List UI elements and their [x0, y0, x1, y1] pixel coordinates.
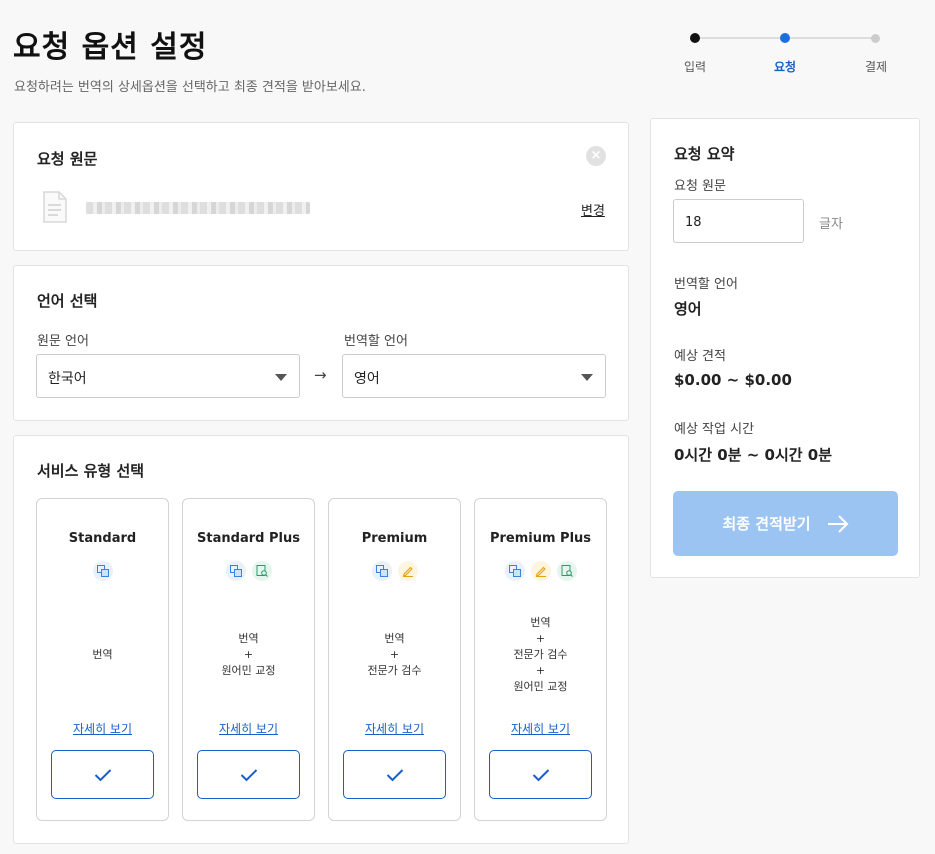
service-card-title: 서비스 유형 선택 — [37, 462, 145, 480]
close-icon[interactable]: × — [586, 146, 606, 166]
tile-desc-line: + — [535, 632, 546, 645]
select-premium-plus-button[interactable] — [489, 750, 592, 799]
char-count-value: 18 — [685, 215, 702, 230]
source-card: 요청 원문 × 변경 — [13, 122, 629, 251]
tile-name: Standard Plus — [197, 531, 300, 546]
tile-desc-line: 번역 — [530, 616, 551, 629]
review-icon — [251, 561, 272, 581]
arrow-right-icon — [827, 514, 848, 533]
tile-desc-line: 번역 — [238, 632, 259, 645]
service-tile-premium[interactable]: Premium 번역 + 전문가 검수 자세히 보기 — [328, 498, 461, 821]
summary-estimate-label: 예상 견적 — [674, 349, 726, 364]
detail-link[interactable]: 자세히 보기 — [475, 720, 606, 737]
service-tile-standard[interactable]: Standard 번역 자세히 보기 — [36, 498, 169, 821]
translate-icon — [504, 561, 525, 581]
translate-icon — [371, 561, 392, 581]
final-estimate-button[interactable]: 최종 견적받기 — [673, 491, 898, 556]
check-icon — [94, 768, 111, 781]
review-icon — [556, 561, 577, 581]
service-tile-standard-plus[interactable]: Standard Plus 번역 + 원어민 교정 자세히 보기 — [182, 498, 315, 821]
char-count-field: 18 — [673, 199, 804, 243]
tile-desc-line: 번역 — [384, 632, 405, 645]
select-standard-plus-button[interactable] — [197, 750, 300, 799]
target-language-value: 영어 — [354, 371, 380, 387]
language-card: 언어 선택 원문 언어 한국어 → 번역할 언어 영어 — [13, 265, 629, 421]
tile-desc-line: 번역 — [92, 648, 113, 661]
char-unit: 글자 — [819, 217, 843, 232]
page-title: 요청 옵션 설정 — [13, 30, 208, 65]
translate-icon — [225, 561, 246, 581]
tile-desc-line: 원어민 교정 — [221, 664, 276, 677]
change-file-link[interactable]: 변경 — [581, 200, 605, 219]
translate-icon — [92, 561, 113, 581]
select-standard-button[interactable] — [51, 750, 154, 799]
summary-card-title: 요청 요약 — [674, 145, 735, 163]
progress-stepper: 입력 요청 결제 — [684, 33, 887, 77]
arrow-right-icon: → — [314, 366, 327, 384]
step-dot-payment — [871, 34, 880, 43]
summary-estimate-value: $0.00 ~ $0.00 — [674, 371, 792, 389]
edit-icon — [530, 561, 551, 581]
detail-link[interactable]: 자세히 보기 — [329, 720, 460, 737]
source-language-value: 한국어 — [48, 371, 87, 387]
page-subtitle: 요청하려는 번역의 상세옵션을 선택하고 최종 견적을 받아보세요. — [14, 80, 366, 95]
file-name-redacted — [86, 202, 310, 214]
summary-source-label: 요청 원문 — [674, 179, 726, 194]
check-icon — [240, 768, 257, 781]
language-card-title: 언어 선택 — [37, 292, 98, 310]
step-label-input: 입력 — [683, 60, 707, 74]
step-dot-request — [780, 33, 790, 43]
tile-name: Premium Plus — [489, 531, 592, 546]
tile-desc-line: + — [243, 648, 254, 661]
service-tile-premium-plus[interactable]: Premium Plus 번역 + 전문가 검수 + 원어민 교정 자세히 보기 — [474, 498, 607, 821]
source-language-label: 원문 언어 — [37, 334, 89, 349]
summary-target-value: 영어 — [674, 300, 702, 318]
chevron-down-icon — [581, 374, 593, 381]
detail-link[interactable]: 자세히 보기 — [37, 720, 168, 737]
check-icon — [532, 768, 549, 781]
chevron-down-icon — [275, 374, 287, 381]
tile-desc-line: 전문가 검수 — [367, 664, 422, 677]
tile-desc-line: 전문가 검수 — [513, 648, 568, 661]
check-icon — [386, 768, 403, 781]
edit-icon — [397, 561, 418, 581]
tile-desc-line: + — [389, 648, 400, 661]
document-icon — [42, 191, 68, 227]
detail-link[interactable]: 자세히 보기 — [183, 720, 314, 737]
select-premium-button[interactable] — [343, 750, 446, 799]
step-dot-input — [690, 33, 700, 43]
target-language-label: 번역할 언어 — [344, 334, 408, 349]
summary-time-label: 예상 작업 시간 — [674, 422, 755, 437]
tile-desc-line: + — [535, 664, 546, 677]
service-card: 서비스 유형 선택 Standard 번역 자세히 보기 Standard Pl… — [13, 435, 629, 844]
summary-time-value: 0시간 0분 ~ 0시간 0분 — [674, 446, 833, 464]
step-label-request: 요청 — [773, 60, 797, 74]
target-language-select[interactable]: 영어 — [342, 354, 606, 398]
tile-desc-line: 원어민 교정 — [513, 680, 568, 693]
tile-name: Premium — [361, 531, 428, 546]
summary-card: 요청 요약 요청 원문 18 글자 번역할 언어 영어 예상 견적 $0.00 … — [650, 118, 920, 578]
final-estimate-label: 최종 견적받기 — [722, 515, 811, 533]
step-label-payment: 결제 — [864, 60, 888, 74]
tile-name: Standard — [68, 531, 137, 546]
summary-target-label: 번역할 언어 — [674, 277, 738, 292]
source-language-select[interactable]: 한국어 — [36, 354, 300, 398]
source-card-title: 요청 원문 — [37, 150, 98, 168]
